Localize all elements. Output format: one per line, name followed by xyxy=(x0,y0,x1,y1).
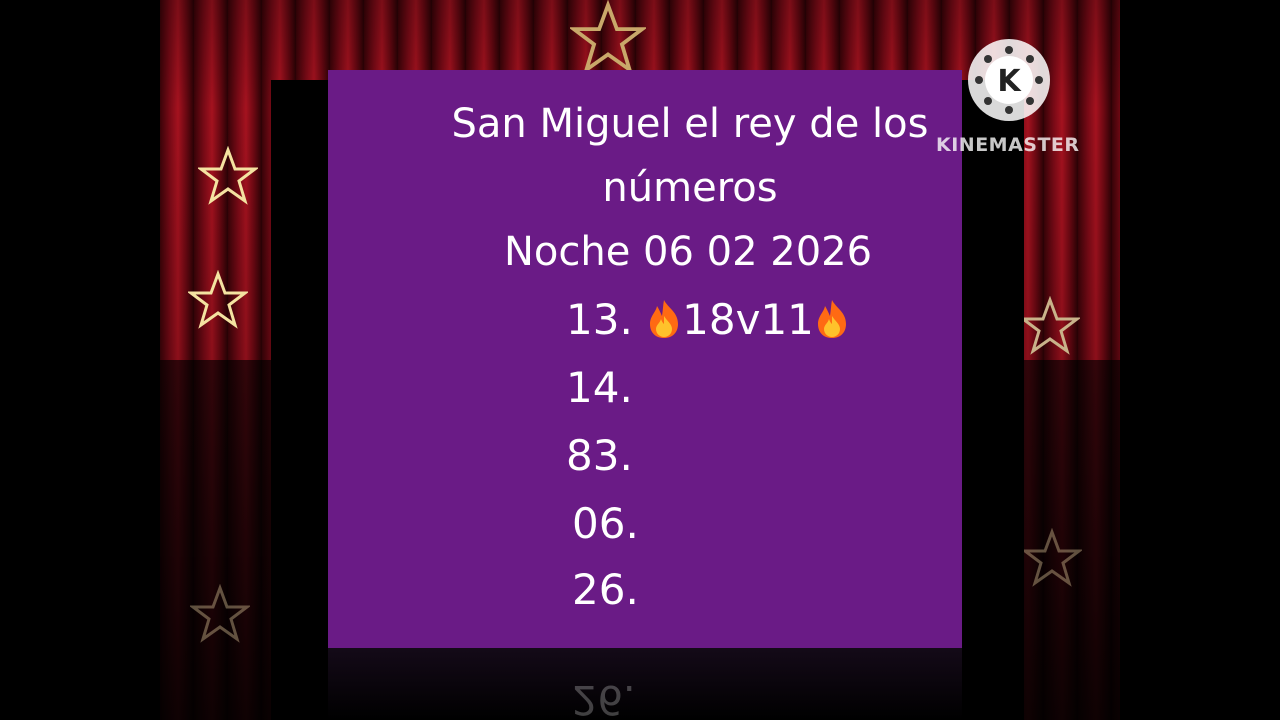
panel-reflection: 26. xyxy=(328,648,962,720)
draw-date: Noche 06 02 2026 xyxy=(503,229,873,275)
reflected-number: 26. xyxy=(572,676,636,720)
flame-icon xyxy=(814,298,850,340)
number-extra: 18v11 xyxy=(682,295,814,344)
star-icon xyxy=(1020,527,1084,588)
title-line-1: San Miguel el rey de los xyxy=(451,101,929,147)
flame-icon xyxy=(646,298,682,340)
kinemaster-watermark: KINEMASTER xyxy=(936,134,1080,156)
number-label: 06. xyxy=(572,499,639,548)
star-icon xyxy=(1018,295,1082,356)
kinemaster-logo-icon: K xyxy=(967,38,1051,122)
title: San Miguel el rey de los números xyxy=(430,92,950,220)
number-label: 14. xyxy=(566,363,633,412)
number-label: 83. xyxy=(566,431,633,480)
number-row: 13. 18v11 xyxy=(566,292,850,348)
star-icon xyxy=(186,269,250,330)
star-icon xyxy=(568,0,648,76)
number-label: 13. xyxy=(566,295,633,344)
number-row: 83. xyxy=(566,428,633,484)
number-label: 26. xyxy=(572,565,639,614)
title-line-2: números xyxy=(602,165,778,211)
logo-letter: K xyxy=(997,64,1022,99)
number-row: 14. xyxy=(566,360,633,416)
star-icon xyxy=(188,583,252,644)
star-icon xyxy=(196,145,260,206)
number-row: 06. xyxy=(572,496,639,552)
number-row: 26. xyxy=(572,562,639,618)
